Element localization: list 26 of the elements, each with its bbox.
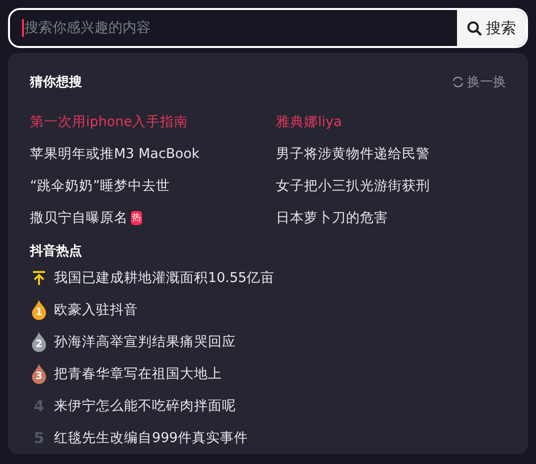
suggestion-link[interactable]: 第一次用iphone入手指南 <box>30 113 188 131</box>
rank-flame-badge: 2 <box>30 332 48 352</box>
trending-link[interactable]: 我国已建成耕地灌溉面积10.55亿亩 <box>54 269 275 287</box>
suggestion-link[interactable]: 撒贝宁自曝原名 <box>30 209 128 227</box>
trending-link[interactable]: 欧豪入驻抖音 <box>54 301 138 319</box>
suggestion-link[interactable]: 雅典娜liya <box>276 113 342 131</box>
suggestion-link[interactable]: 苹果明年或推M3 MacBook <box>30 145 200 163</box>
refresh-icon <box>452 76 464 88</box>
trending-link[interactable]: 把青春华章写在祖国大地上 <box>54 365 222 383</box>
trending-link[interactable]: 红毯先生改编自999件真实事件 <box>54 429 248 447</box>
search-icon <box>467 20 482 36</box>
suggestion-link[interactable]: “跳伞奶奶”睡梦中去世 <box>30 177 170 195</box>
section-title: 猜你想搜 <box>30 74 82 91</box>
suggestion-link[interactable]: 日本萝卜刀的危害 <box>276 209 388 227</box>
trending-link[interactable]: 来伊宁怎么能不吃碎肉拌面呢 <box>54 397 236 415</box>
suggestion-link[interactable]: 女子把小三扒光游街获刑 <box>276 177 430 195</box>
text-cursor <box>22 19 24 37</box>
trending-link[interactable]: 孙海洋高举宣判结果痛哭回应 <box>54 333 236 351</box>
rank-flame-badge: 3 <box>30 364 48 384</box>
hot-badge: 热 <box>131 211 142 225</box>
refresh-button[interactable]: 换一换 <box>452 73 506 91</box>
section-title: 抖音热点 <box>30 242 82 260</box>
suggestion-link[interactable]: 男子将涉黄物件递给民警 <box>276 145 430 163</box>
pin-top-icon <box>30 270 48 286</box>
rank-flame-badge: 1 <box>30 300 48 320</box>
search-button[interactable]: 搜索 <box>457 10 526 46</box>
